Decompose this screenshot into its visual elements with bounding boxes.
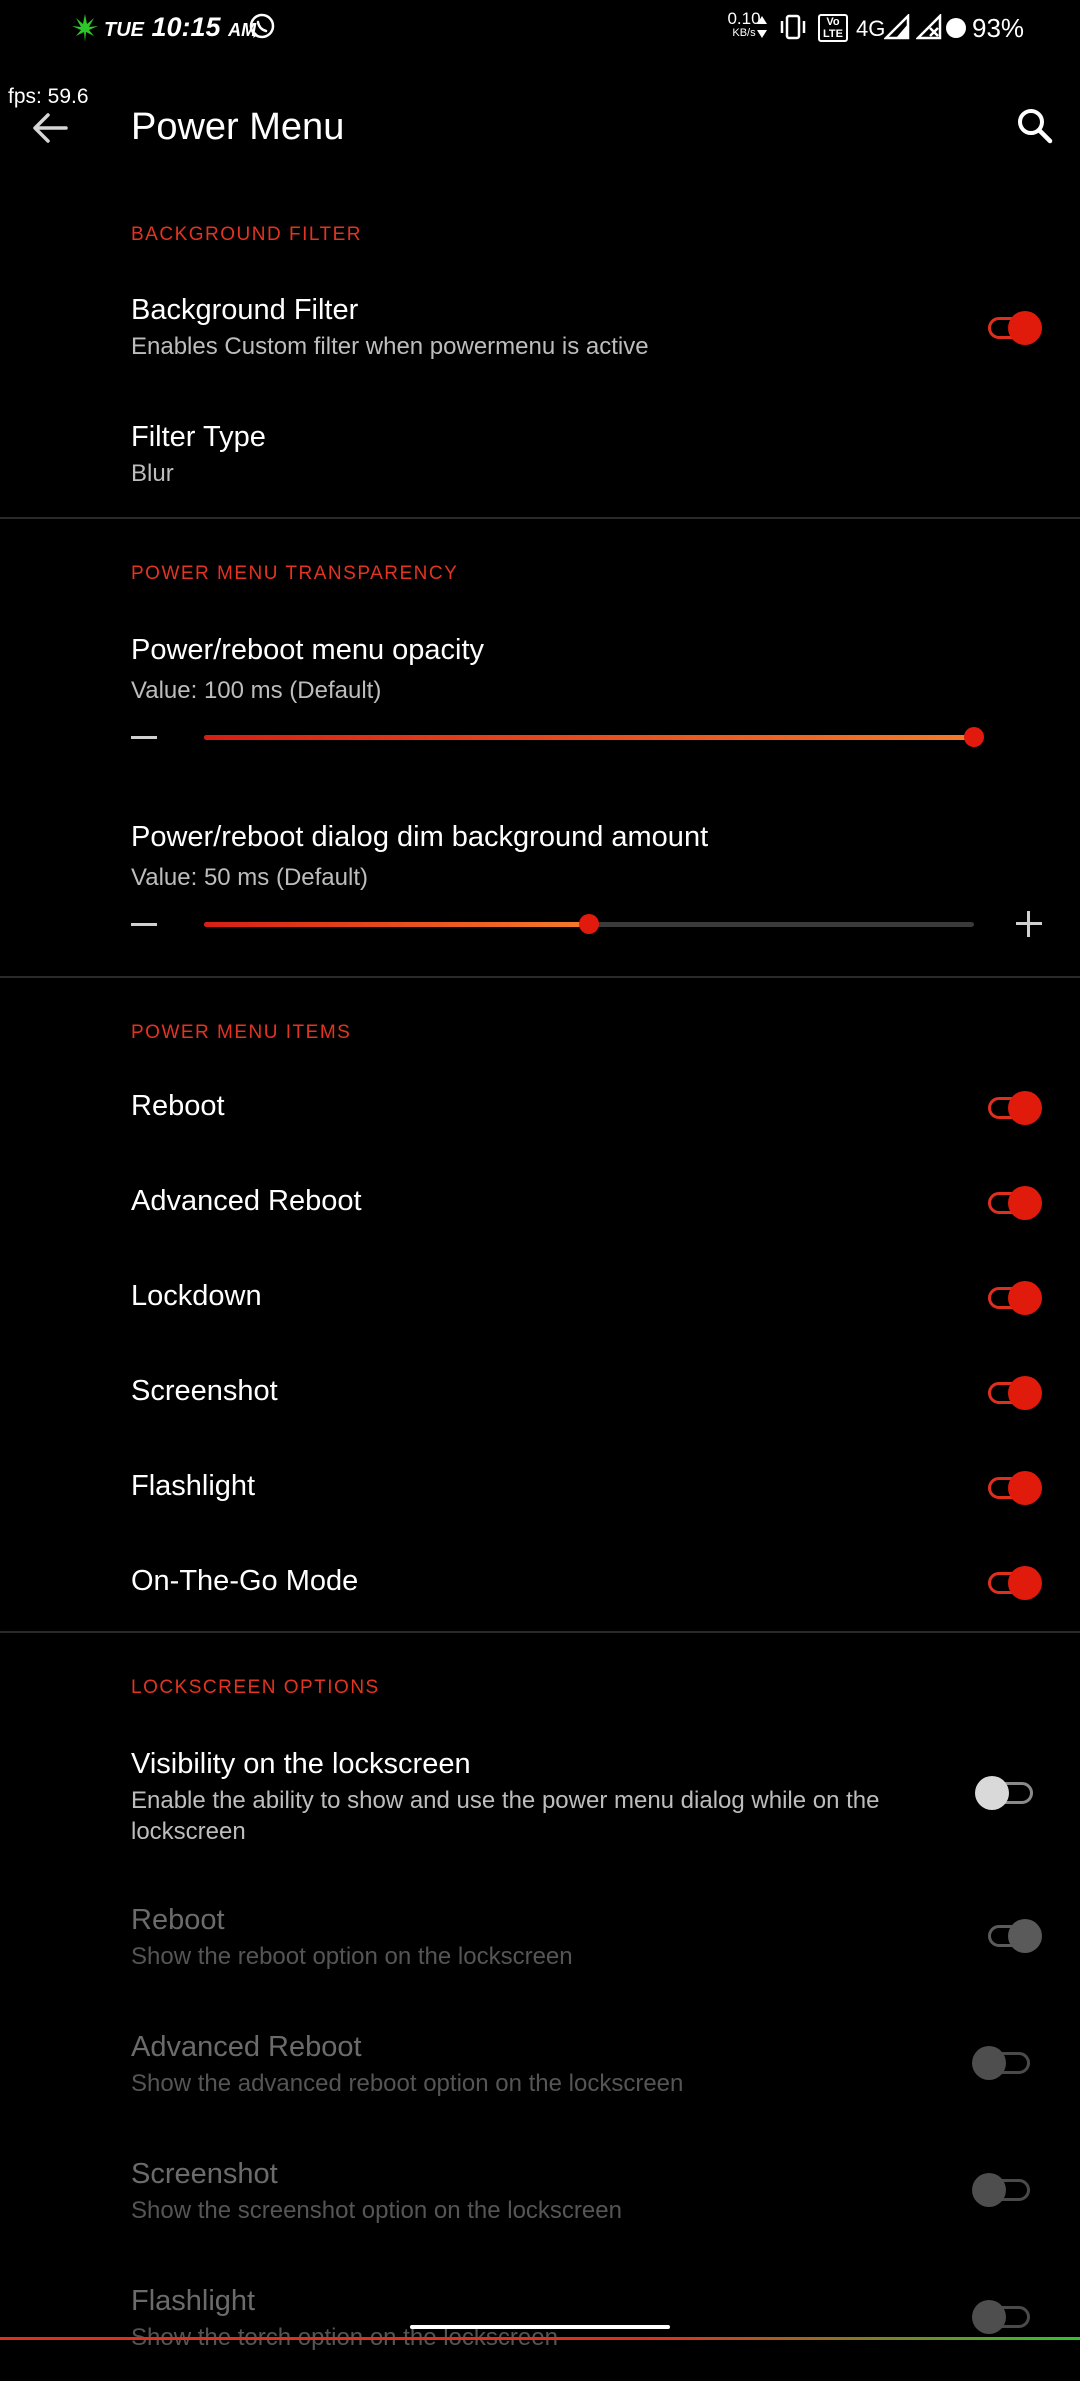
item-label: On-The-Go Mode bbox=[131, 1565, 359, 1597]
updown-arrows-icon bbox=[757, 16, 767, 38]
pref-summary: Blur bbox=[131, 460, 174, 487]
option-toggle[interactable] bbox=[972, 2046, 1030, 2080]
slider-thumb[interactable] bbox=[964, 727, 984, 747]
menu-opacity-minus-button[interactable] bbox=[131, 736, 157, 739]
pref-background-filter[interactable]: Background Filter Enables Custom filter … bbox=[0, 280, 1080, 380]
signal-nodata-icon bbox=[916, 14, 942, 40]
volte-icon: Vo LTE bbox=[818, 14, 848, 42]
search-icon[interactable] bbox=[1015, 106, 1055, 146]
divider bbox=[0, 517, 1080, 519]
dim-amount-slider[interactable] bbox=[204, 914, 974, 934]
home-indicator[interactable] bbox=[410, 2325, 670, 2329]
option-toggle[interactable] bbox=[972, 2173, 1030, 2207]
power-menu-item[interactable]: On-The-Go Mode bbox=[0, 1553, 1080, 1613]
power-menu-item[interactable]: Advanced Reboot bbox=[0, 1173, 1080, 1233]
option-toggle[interactable] bbox=[972, 2300, 1030, 2334]
item-toggle[interactable] bbox=[988, 1091, 1042, 1125]
item-label: Reboot bbox=[131, 1090, 225, 1122]
option-summary: Show the screenshot option on the locksc… bbox=[131, 2197, 622, 2224]
option-title: Reboot bbox=[131, 1904, 225, 1936]
power-menu-item[interactable]: Screenshot bbox=[0, 1363, 1080, 1423]
option-title: Screenshot bbox=[131, 2158, 278, 2190]
item-label: Flashlight bbox=[131, 1470, 256, 1502]
dim-amount-plus-button[interactable] bbox=[1016, 911, 1042, 937]
lockscreen-option[interactable]: Advanced Reboot Show the advanced reboot … bbox=[0, 2027, 1080, 2127]
slider-fill bbox=[204, 922, 589, 927]
status-time: 10:15 bbox=[151, 12, 221, 42]
menu-opacity-value: Value: 100 ms (Default) bbox=[131, 677, 382, 704]
dim-amount-value: Value: 50 ms (Default) bbox=[131, 864, 368, 891]
section-header-transparency: POWER MENU TRANSPARENCY bbox=[131, 563, 459, 584]
pref-summary: Enables Custom filter when powermenu is … bbox=[131, 333, 649, 360]
pref-title: Background Filter bbox=[131, 294, 359, 326]
lockscreen-visibility-toggle[interactable] bbox=[975, 1776, 1033, 1810]
background-filter-toggle[interactable] bbox=[988, 311, 1042, 345]
power-menu-item[interactable]: Reboot bbox=[0, 1078, 1080, 1138]
option-title: Flashlight bbox=[131, 2285, 256, 2317]
dim-amount-minus-button[interactable] bbox=[131, 923, 157, 926]
divider bbox=[0, 1631, 1080, 1633]
pref-title: Filter Type bbox=[131, 421, 266, 453]
slider-thumb[interactable] bbox=[579, 914, 599, 934]
battery-level: 93% bbox=[972, 13, 1025, 43]
item-label: Screenshot bbox=[131, 1375, 278, 1407]
item-label: Lockdown bbox=[131, 1280, 262, 1312]
menu-opacity-slider[interactable] bbox=[204, 727, 984, 747]
network-type: 4G bbox=[856, 16, 886, 41]
section-header-lockscreen: LOCKSCREEN OPTIONS bbox=[131, 1677, 380, 1698]
whatsapp-icon bbox=[249, 13, 275, 39]
vibrate-icon bbox=[780, 14, 806, 40]
page-title: Power Menu bbox=[131, 106, 345, 148]
divider bbox=[0, 976, 1080, 978]
item-label: Advanced Reboot bbox=[131, 1185, 362, 1217]
section-header-background-filter: BACKGROUND FILTER bbox=[131, 224, 363, 245]
power-menu-item[interactable]: Lockdown bbox=[0, 1268, 1080, 1328]
pref-filter-type[interactable]: Filter Type Blur bbox=[0, 405, 1080, 505]
pref-title: Visibility on the lockscreen bbox=[131, 1748, 471, 1780]
battery-icon bbox=[946, 18, 966, 38]
back-arrow-icon[interactable] bbox=[30, 108, 70, 148]
pref-lockscreen-visibility[interactable]: Visibility on the lockscreen Enable the … bbox=[0, 1740, 1080, 1850]
dim-amount-title: Power/reboot dialog dim background amoun… bbox=[131, 821, 709, 853]
status-day: TUE bbox=[104, 19, 144, 41]
fps-overlay: fps: 59.6 bbox=[8, 85, 89, 108]
lockscreen-option[interactable]: Reboot Show the reboot option on the lock… bbox=[0, 1900, 1080, 2000]
pref-summary-line2: lockscreen bbox=[131, 1818, 246, 1845]
signal-icon bbox=[884, 14, 910, 40]
item-toggle[interactable] bbox=[988, 1186, 1042, 1220]
power-menu-item[interactable]: Flashlight bbox=[0, 1458, 1080, 1518]
item-toggle[interactable] bbox=[988, 1281, 1042, 1315]
item-toggle[interactable] bbox=[988, 1566, 1042, 1600]
item-toggle[interactable] bbox=[988, 1471, 1042, 1505]
pref-summary-line1: Enable the ability to show and use the p… bbox=[131, 1787, 880, 1814]
option-summary: Show the advanced reboot option on the l… bbox=[131, 2070, 684, 2097]
menu-opacity-title: Power/reboot menu opacity bbox=[131, 634, 485, 666]
item-toggle[interactable] bbox=[988, 1376, 1042, 1410]
slider-fill bbox=[204, 735, 974, 740]
leaf-icon bbox=[72, 14, 98, 42]
option-title: Advanced Reboot bbox=[131, 2031, 362, 2063]
status-bar: TUE 10:15 AM 0.10 KB/s Vo LTE 4G 93% bbox=[0, 0, 1080, 56]
section-header-power-menu-items: POWER MENU ITEMS bbox=[131, 1022, 352, 1043]
lockscreen-option[interactable]: Flashlight Show the torch option on the l… bbox=[0, 2281, 1080, 2381]
lockscreen-option[interactable]: Screenshot Show the screenshot option on … bbox=[0, 2154, 1080, 2254]
option-summary: Show the reboot option on the lockscreen bbox=[131, 1943, 573, 1970]
option-toggle[interactable] bbox=[988, 1919, 1042, 1953]
